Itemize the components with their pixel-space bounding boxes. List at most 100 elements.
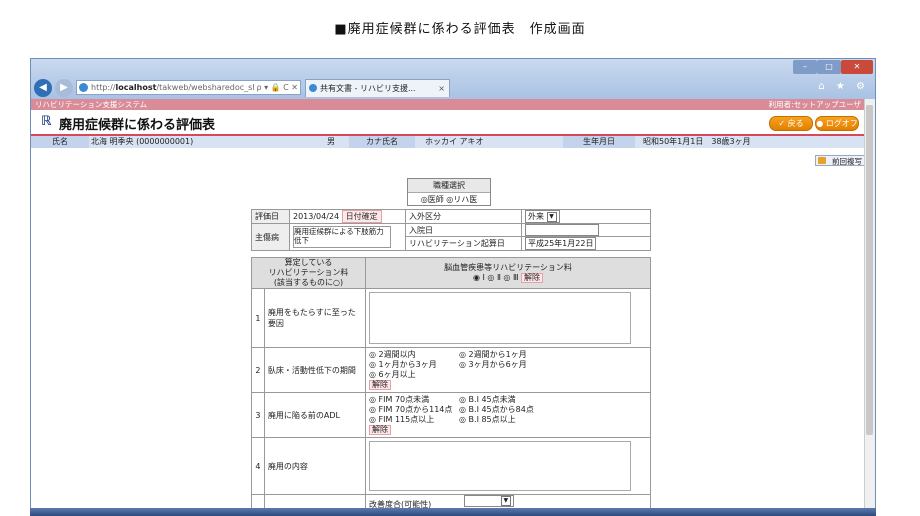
admission-date-label: 入院日 xyxy=(405,223,522,237)
logout-button[interactable]: ● ログオフ xyxy=(815,116,859,131)
current-user: 利用者:セットアップユーザ xyxy=(768,100,861,109)
clear-button[interactable]: 解除 xyxy=(369,380,391,390)
adl-option-label: FIM 70点から114点 xyxy=(378,405,453,414)
page-header: ℝ 廃用症候群に係わる評価表 ✓ 戻る ● ログオフ xyxy=(31,110,867,136)
evaluation-table: 算定している リハビリテーション料 (該当するものに○) 脳血管疾患等リハビリテ… xyxy=(251,257,651,511)
date-confirm-button[interactable]: 日付確定 xyxy=(341,210,382,223)
tab-label: 共有文書 - リハビリ支援... xyxy=(320,84,416,93)
system-name: リハビリテーション支援システム xyxy=(35,100,148,109)
radio-adl-option[interactable]: ◎ FIM 115点以上 xyxy=(369,415,459,425)
back-button-label: 戻る xyxy=(787,119,804,128)
job-type-selector: 職種選択 ◎医師 ◎リハ医 xyxy=(407,178,491,206)
radio-doctor-label: 医師 xyxy=(427,195,444,204)
back-arrow-icon[interactable]: ◀ xyxy=(34,79,52,97)
period-option-label: 1ヶ月から3ヶ月 xyxy=(378,360,437,369)
main-disease-textarea[interactable]: 廃用症候群による下肢筋力低下 xyxy=(293,226,391,248)
row-number: 1 xyxy=(251,288,265,348)
birth-label: 生年月日 xyxy=(563,136,635,148)
browser-window: – □ ✕ ◀ ▶ http://localhost/takweb/websha… xyxy=(30,58,876,516)
evaluation-date-value[interactable]: 2013/04/24 xyxy=(293,212,339,221)
address-host: localhost xyxy=(115,83,157,92)
maximize-button[interactable]: □ xyxy=(817,60,841,74)
disuse-content-label: 廃用の内容 xyxy=(263,437,367,495)
taskbar xyxy=(30,508,876,516)
period-option-label: 2週間から1ヶ月 xyxy=(468,350,527,359)
radio-type-3-label: Ⅲ xyxy=(512,273,519,282)
radio-period-option[interactable]: ◎ 1ヶ月から3ヶ月 xyxy=(369,360,459,370)
copy-icon xyxy=(818,157,826,164)
radio-rehab-doctor[interactable]: ◎リハ医 xyxy=(446,195,477,204)
vertical-scrollbar[interactable] xyxy=(864,99,875,515)
evaluation-date-label: 評価日 xyxy=(251,209,290,224)
radio-adl-option[interactable]: ◎ B.I 85点以上 xyxy=(459,415,549,425)
adl-option-label: B.I 45点未満 xyxy=(468,395,516,404)
radio-adl-option[interactable]: ◎ B.I 45点から84点 xyxy=(459,405,549,415)
disuse-content-textarea[interactable] xyxy=(369,441,631,491)
radio-period-option[interactable]: ◎ 6ヶ月以上 xyxy=(369,370,459,380)
main-disease-label: 主傷病 xyxy=(251,223,290,251)
page-globe-icon xyxy=(79,83,88,92)
improvement-select[interactable]: ▼ xyxy=(463,495,514,507)
clear-button[interactable]: 解除 xyxy=(369,425,391,435)
rehab-type-title: 脳血管疾患等リハビリテーション料 xyxy=(444,263,572,272)
address-bar[interactable]: http://localhost/takweb/websharedoc_shee… xyxy=(76,80,301,95)
admission-date-input[interactable] xyxy=(525,224,599,236)
radio-type-1-label: Ⅰ xyxy=(482,273,485,282)
inout-select[interactable]: 外来 ▼ xyxy=(525,210,560,223)
address-prefix: http:// xyxy=(91,83,116,92)
previous-copy-label: 前回複写 xyxy=(832,157,862,166)
scroll-thumb[interactable] xyxy=(866,105,873,435)
kana-label: カナ氏名 xyxy=(349,136,415,148)
system-bar: リハビリテーション支援システム 利用者:セットアップユーザ xyxy=(31,99,867,110)
radio-adl-option[interactable]: ◎ B.I 45点未満 xyxy=(459,395,549,405)
patient-bar: 氏名 北海 明季央 (0000000001) 男 カナ氏名 ホッカイ アキオ 生… xyxy=(31,136,867,148)
radio-adl-option[interactable]: ◎ FIM 70点未満 xyxy=(369,395,459,405)
radio-period-option[interactable]: ◎ 2週間から1ヶ月 xyxy=(459,350,549,360)
radio-rehab-doctor-label: リハ医 xyxy=(453,195,478,204)
clear-button[interactable]: 解除 xyxy=(521,273,544,283)
chevron-down-icon: ▼ xyxy=(500,496,511,506)
radio-type-2[interactable]: ◎ Ⅱ xyxy=(487,273,500,282)
back-button[interactable]: ✓ 戻る xyxy=(769,116,813,131)
tab-close-icon[interactable]: × xyxy=(438,80,445,97)
inout-value: 外来 xyxy=(528,212,544,221)
cause-label: 廃用をもたらすに至った要因 xyxy=(263,288,367,348)
radio-type-2-label: Ⅱ xyxy=(496,273,501,282)
radio-type-3[interactable]: ◎ Ⅲ xyxy=(503,273,518,282)
forward-arrow-icon[interactable]: ▶ xyxy=(55,79,73,97)
sex-value: 男 xyxy=(327,137,335,146)
job-type-title: 職種選択 xyxy=(408,179,490,193)
period-option-label: 6ヶ月以上 xyxy=(378,370,416,379)
inout-label: 入外区分 xyxy=(405,209,522,224)
radio-doctor[interactable]: ◎医師 xyxy=(421,195,444,204)
previous-copy-button[interactable]: 前回複写 xyxy=(815,155,865,166)
name-label: 氏名 xyxy=(31,136,89,148)
period-option-label: 3ヶ月から6ヶ月 xyxy=(468,360,527,369)
row-number: 2 xyxy=(251,347,265,393)
minimize-button[interactable]: – xyxy=(793,60,817,74)
page-caption: ■廃用症候群に係わる評価表 作成画面 xyxy=(334,22,586,37)
address-buttons[interactable]: ρ ▾ 🔒 C ✕ xyxy=(254,81,298,94)
radio-period-option[interactable]: ◎ 2週間以内 xyxy=(369,350,459,360)
browser-tab[interactable]: 共有文書 - リハビリ支援... × xyxy=(305,79,450,97)
page-title: 廃用症候群に係わる評価表 xyxy=(59,118,216,133)
radio-adl-option[interactable]: ◎ FIM 70点から114点 xyxy=(369,405,459,415)
kana-value: ホッカイ アキオ xyxy=(425,137,484,146)
rehab-start-input[interactable]: 平成25年1月22日 xyxy=(525,237,597,250)
logout-button-label: ログオフ xyxy=(825,119,858,128)
chevron-down-icon: ▼ xyxy=(546,211,557,222)
adl-option-label: FIM 115点以上 xyxy=(378,415,435,424)
browser-titlebar: – □ ✕ ◀ ▶ http://localhost/takweb/websha… xyxy=(31,59,875,99)
toolbar-icons[interactable]: ⌂ ★ ⚙ xyxy=(818,81,869,92)
bedrest-period-label: 臥床・活動性低下の期間 xyxy=(263,347,367,393)
radio-period-option[interactable]: ◎ 3ヶ月から6ヶ月 xyxy=(459,360,549,370)
close-window-button[interactable]: ✕ xyxy=(841,60,873,74)
basic-info-table: 評価日 2013/04/24 日付確定 入外区分 外来 ▼ 主傷病 廃用症候群に… xyxy=(251,209,651,251)
period-option-label: 2週間以内 xyxy=(378,350,416,359)
birth-value: 昭和50年1月1日 38歳3ヶ月 xyxy=(643,137,751,146)
address-path: /takweb/websharedoc_shee xyxy=(156,83,268,92)
radio-type-1[interactable]: ◉ Ⅰ xyxy=(473,273,485,282)
rehab-start-label: リハビリテーション起算日 xyxy=(405,236,522,251)
tab-globe-icon xyxy=(309,84,317,92)
cause-textarea[interactable] xyxy=(369,292,631,344)
